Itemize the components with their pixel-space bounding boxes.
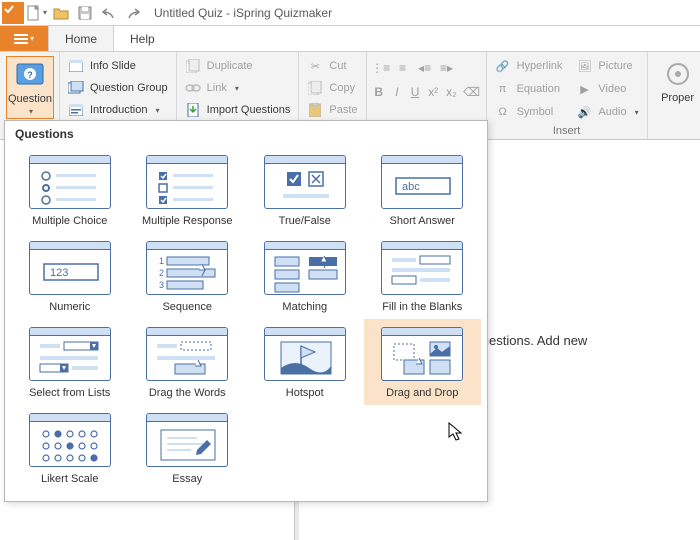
qtype-sequence[interactable]: 123 Sequence [129, 233, 247, 319]
qtype-fill-blanks[interactable]: Fill in the Blanks [364, 233, 482, 319]
qtype-drag-words[interactable]: Drag the Words [129, 319, 247, 405]
qtype-multiple-response[interactable]: Multiple Response [129, 147, 247, 233]
clear-format-icon[interactable]: ⌫ [464, 84, 480, 100]
svg-text:abc: abc [402, 181, 420, 193]
tab-help[interactable]: Help [114, 26, 172, 51]
tab-row: ▾ Home Help [0, 26, 700, 52]
video-button[interactable]: ▶Video [574, 79, 640, 99]
cut-button[interactable]: ✂Cut [305, 56, 359, 76]
qtype-multiple-choice[interactable]: Multiple Choice [11, 147, 129, 233]
outdent-icon[interactable]: ◂≡ [417, 60, 433, 76]
superscript-icon[interactable]: x² [427, 84, 439, 100]
insert-group-label: Insert [493, 123, 641, 137]
qtype-drag-drop[interactable]: Drag and Drop [364, 319, 482, 405]
qtype-matching[interactable]: Matching [246, 233, 364, 319]
undo-icon[interactable] [98, 2, 120, 24]
app-icon[interactable] [2, 2, 24, 24]
duplicate-button[interactable]: Duplicate [183, 56, 293, 76]
bullets-icon[interactable]: ⋮≡ [373, 60, 389, 76]
svg-text:3: 3 [159, 280, 164, 290]
titlebar: ▾ Untitled Quiz - iSpring Quizmaker [0, 0, 700, 26]
import-questions-button[interactable]: Import Questions [183, 100, 293, 120]
redo-icon[interactable] [122, 2, 144, 24]
underline-icon[interactable]: U [409, 84, 421, 100]
question-button[interactable]: ? Question ▾ [6, 56, 54, 119]
symbol-button[interactable]: ΩSymbol [493, 102, 565, 122]
new-file-icon[interactable]: ▾ [26, 2, 48, 24]
svg-text:1: 1 [159, 256, 164, 266]
link-button[interactable]: Link▾ [183, 78, 293, 98]
qtype-likert[interactable]: Likert Scale [11, 405, 129, 491]
svg-text:123: 123 [50, 267, 68, 279]
tab-home[interactable]: Home [48, 26, 114, 51]
view-menu-button[interactable]: ▾ [0, 26, 48, 51]
dropdown-header: Questions [5, 121, 487, 143]
qtype-numeric[interactable]: 123 Numeric [11, 233, 129, 319]
bold-icon[interactable]: B [373, 84, 385, 100]
window-title: Untitled Quiz - iSpring Quizmaker [154, 6, 332, 20]
question-group-button[interactable]: Question Group [66, 78, 170, 98]
question-dropdown: Questions Multiple Choice Multiple Respo… [4, 120, 488, 502]
audio-button[interactable]: 🔊Audio▾ [574, 102, 640, 122]
italic-icon[interactable]: I [391, 84, 403, 100]
introduction-button[interactable]: Introduction▾ [66, 100, 170, 120]
qtype-true-false[interactable]: True/False [246, 147, 364, 233]
numbering-icon[interactable]: ≡ [395, 60, 411, 76]
picture-button[interactable]: 🖼Picture [574, 56, 640, 76]
save-icon[interactable] [74, 2, 96, 24]
hyperlink-button[interactable]: 🔗Hyperlink [493, 56, 565, 76]
qtype-essay[interactable]: Essay [129, 405, 247, 491]
paste-button[interactable]: Paste [305, 100, 359, 120]
open-icon[interactable] [50, 2, 72, 24]
qtype-hotspot[interactable]: Hotspot [246, 319, 364, 405]
question-label: Question [8, 93, 52, 105]
subscript-icon[interactable]: x₂ [445, 84, 457, 100]
qtype-select-lists[interactable]: Select from Lists [11, 319, 129, 405]
info-slide-button[interactable]: Info Slide [66, 56, 170, 76]
indent-icon[interactable]: ≡▸ [439, 60, 455, 76]
copy-button[interactable]: Copy [305, 78, 359, 98]
equation-button[interactable]: πEquation [493, 79, 565, 99]
svg-text:?: ? [27, 70, 33, 80]
qtype-short-answer[interactable]: abc Short Answer [364, 147, 482, 233]
properties-button[interactable]: Proper [654, 56, 700, 106]
svg-text:2: 2 [159, 268, 164, 278]
